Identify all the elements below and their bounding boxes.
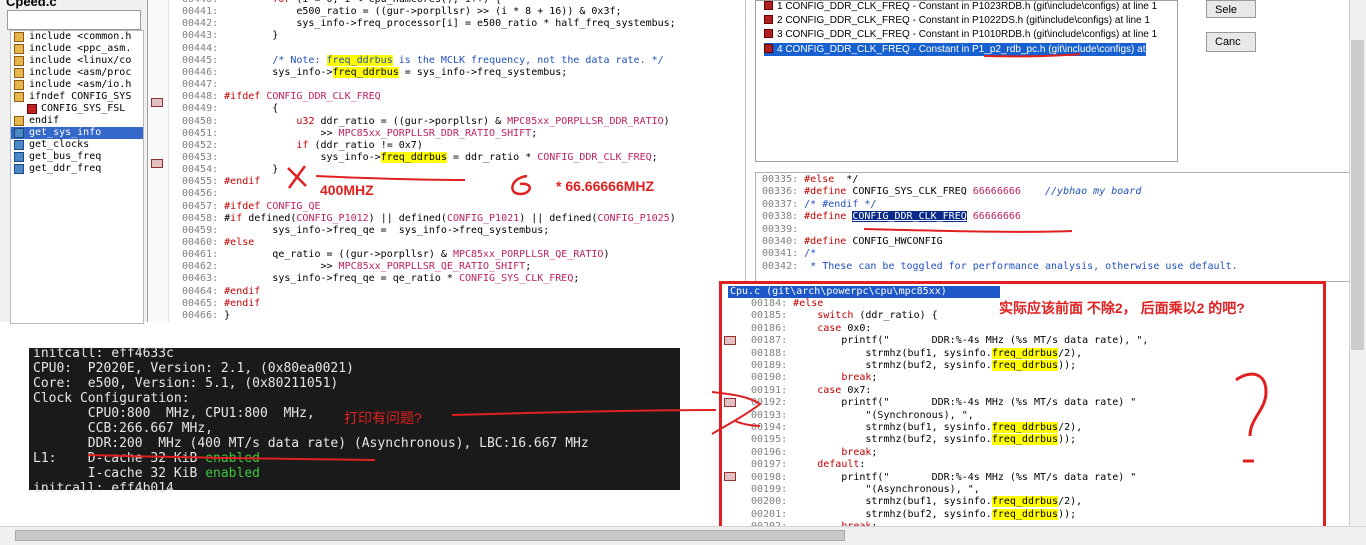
digit-six-stroke (511, 174, 531, 196)
underline-stroke (863, 228, 1073, 233)
annotation-ratio: * 66.66666MHZ (556, 178, 655, 194)
annotation-print-problem: 打印有问题? (344, 410, 422, 426)
arrow-stroke (451, 409, 717, 416)
question-mark-stroke (1235, 372, 1268, 437)
vertical-scrollbar-thumb[interactable] (1351, 40, 1364, 350)
underline-stroke (87, 454, 376, 461)
annotation-question: 实际应该前面 不除2， 后面乘以2 的吧? (999, 300, 1245, 316)
annotation-400mhz: 400MHZ (320, 182, 374, 198)
cross-mark (287, 165, 307, 189)
annotation-strokes (87, 53, 1268, 463)
underline-stroke (983, 53, 1081, 58)
underline-stroke (315, 175, 466, 181)
arrow-stroke (734, 420, 761, 427)
arrow-stroke (711, 391, 762, 435)
horizontal-scrollbar-thumb[interactable] (15, 530, 845, 541)
